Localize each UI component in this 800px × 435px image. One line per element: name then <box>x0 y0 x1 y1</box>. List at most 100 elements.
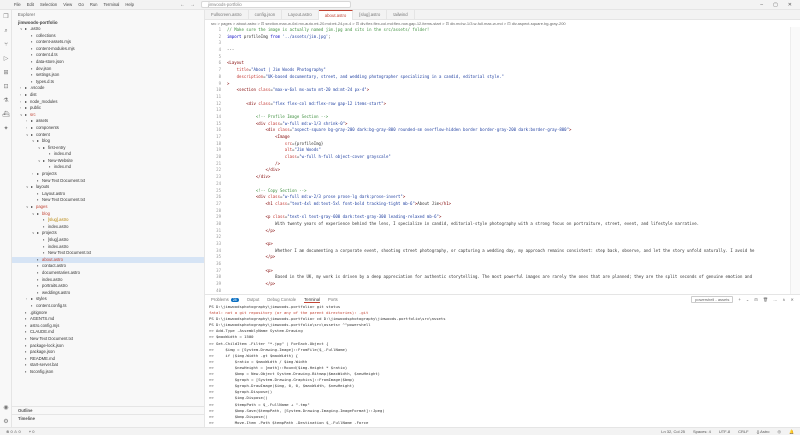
maximize-panel-icon[interactable]: ∧ <box>782 297 785 302</box>
trash-icon[interactable]: 🗑 <box>763 297 768 303</box>
tree-item[interactable]: ∨ ▸ projects <box>12 230 204 237</box>
status-item[interactable]: UTF-8 <box>719 429 730 434</box>
tree-item[interactable]: ∨ ▸ pages <box>12 204 204 211</box>
remote-icon[interactable]: ⊡ <box>0 80 12 94</box>
tree-item[interactable]: ▪ New Text Document.txt <box>12 336 204 343</box>
tree-item[interactable]: ▪ content.d.ts <box>12 52 204 59</box>
ports-status[interactable]: ⑂ 0 <box>29 429 35 434</box>
tree-item[interactable]: ∨ ▸ New-Website <box>12 158 204 165</box>
menu-item-run[interactable]: Run <box>90 2 98 7</box>
menu-item-file[interactable]: File <box>14 2 21 7</box>
workspace-root[interactable]: jimwoods-portfolio <box>12 19 204 26</box>
tree-item[interactable]: ∨ ▸ .astro <box>12 26 204 33</box>
tree-item[interactable]: ∨ ▸ blog <box>12 211 204 218</box>
menu-item-view[interactable]: View <box>63 2 72 7</box>
tree-item[interactable]: ▪ about.astro <box>12 256 204 264</box>
tree-item[interactable]: › ▸ dist <box>12 92 204 99</box>
terminal-dropdown-icon[interactable]: ⌄ <box>746 297 750 302</box>
tree-item[interactable]: ▪ collections <box>12 33 204 40</box>
tree-item[interactable]: ▪ index.md <box>12 151 204 158</box>
tree-item[interactable]: ▪ New Text Document.txt <box>12 250 204 257</box>
new-terminal-icon[interactable]: + <box>738 297 740 302</box>
tree-item[interactable]: ▪ portraits.astro <box>12 283 204 290</box>
tree-item[interactable]: ∨ ▸ layouts <box>12 184 204 191</box>
more-actions-icon[interactable]: … <box>773 297 777 302</box>
outline-section[interactable]: Outline <box>12 406 205 413</box>
tree-item[interactable]: ▪ [slug].astro <box>12 237 204 244</box>
terminal[interactable]: PS D:\jimwoodsphotography\jimwoods-portf… <box>205 304 800 435</box>
problems-status[interactable]: ⊗ 0 ⚠ 0 <box>6 429 21 434</box>
tree-item[interactable]: ∨ ▸ content <box>12 132 204 139</box>
tree-item[interactable]: ▪ settings.json <box>12 72 204 79</box>
tree-item[interactable]: ▪ content-assets.mjs <box>12 39 204 46</box>
panel-tab-terminal[interactable]: Terminal <box>304 297 320 303</box>
tab-config-json[interactable]: config.json <box>249 10 283 20</box>
tree-item[interactable]: ▪ Layout.astro <box>12 191 204 198</box>
status-item[interactable]: CRLF <box>738 429 748 434</box>
menu-item-help[interactable]: Help <box>125 2 134 7</box>
minimap[interactable] <box>790 27 800 294</box>
tree-item[interactable]: ∨ ▸ src <box>12 112 204 119</box>
panel-tab-problems[interactable]: Problems <box>211 297 229 302</box>
tree-item[interactable]: › ▸ .vscode <box>12 85 204 92</box>
tree-item[interactable]: ▪ CLAUDE.md <box>12 329 204 336</box>
testing-icon[interactable]: ⚗ <box>0 94 12 108</box>
tree-item[interactable]: ▪ index.astro <box>12 224 204 231</box>
tree-item[interactable]: ▪ types.d.ts <box>12 79 204 86</box>
status-item[interactable]: ◎ <box>778 429 782 434</box>
forward-arrow-icon[interactable]: → <box>190 2 195 8</box>
code-editor[interactable]: 1 // Make sure the image is actually name… <box>205 27 790 294</box>
command-center[interactable]: jimwoods-portfolio <box>200 1 351 8</box>
docker-icon[interactable]: ⛴ <box>0 108 12 122</box>
tree-item[interactable]: ▪ [slug].astro <box>12 217 204 224</box>
files-icon[interactable]: ❐ <box>0 10 12 24</box>
status-item[interactable]: Ln 32, Col 25 <box>661 429 685 434</box>
tree-item[interactable]: ▪ package-lock.json <box>12 343 204 350</box>
status-item[interactable]: Spaces: 4 <box>693 429 711 434</box>
tree-item[interactable]: ∨ ▸ first-entry <box>12 145 204 152</box>
tree-item[interactable]: ▪ index.astro <box>12 244 204 251</box>
tree-item[interactable]: ▪ .gitignore <box>12 310 204 317</box>
source-control-icon[interactable]: ⑂ <box>0 38 12 52</box>
tree-item[interactable]: › ▸ public <box>12 105 204 112</box>
tree-item[interactable]: ▪ AGENTS.md <box>12 316 204 323</box>
tab-tailwind[interactable]: tailwind <box>387 10 415 20</box>
menu-item-terminal[interactable]: Terminal <box>104 2 120 7</box>
tree-item[interactable]: ▪ start-server.bat <box>12 362 204 369</box>
tree-item[interactable]: ▪ data-store.json <box>12 59 204 66</box>
tree-item[interactable]: ▪ content.config.ts <box>12 303 204 310</box>
tree-item[interactable]: › ▸ node_modules <box>12 99 204 106</box>
tree-item[interactable]: ▪ README.md <box>12 356 204 363</box>
tab-fullscreen-astro[interactable]: Fullscreen.astro <box>205 10 249 20</box>
breadcrumb[interactable]: src > pages > about.astro > ⊡ section.ma… <box>205 20 800 27</box>
close-panel-icon[interactable]: ✕ <box>790 297 794 302</box>
tree-item[interactable]: › ▸ projects <box>12 171 204 178</box>
run-debug-icon[interactable]: ▷ <box>0 52 12 66</box>
tree-item[interactable]: ▪ index.astro <box>12 277 204 284</box>
search-icon[interactable]: ⌕ <box>0 24 12 38</box>
tab-layout-astro[interactable]: Layout.astro <box>282 10 319 20</box>
tree-item[interactable]: ▪ tsconfig.json <box>12 369 204 376</box>
extensions-icon[interactable]: ⊞ <box>0 66 12 80</box>
panel-tab-debug-console[interactable]: Debug Console <box>267 297 296 302</box>
deploy-icon[interactable]: ✦ <box>0 122 12 136</box>
tree-item[interactable]: ▪ New Text Document.txt <box>12 197 204 204</box>
tree-item[interactable]: ▪ index.md <box>12 164 204 171</box>
tree-item[interactable]: › ▸ assets <box>12 118 204 125</box>
account-icon[interactable]: ◉ <box>0 401 12 415</box>
tree-item[interactable]: ▪ New Text Document.txt <box>12 178 204 185</box>
status-item[interactable]: 🔔 <box>789 429 794 434</box>
tree-item[interactable]: ▪ content-modules.mjs <box>12 46 204 53</box>
split-terminal-icon[interactable]: ⊟ <box>754 297 758 302</box>
tree-item[interactable]: ▪ weddings.astro <box>12 290 204 297</box>
menu-item-go[interactable]: Go <box>78 2 84 7</box>
tree-item[interactable]: ▪ documentaries.astro <box>12 270 204 277</box>
tab--slug-astro[interactable]: [slug].astro <box>353 10 388 20</box>
terminal-shell-selector[interactable]: powershell - assets <box>691 296 734 303</box>
maximize-icon[interactable]: ▢ <box>773 2 778 8</box>
timeline-section[interactable]: Timeline <box>12 414 205 421</box>
tree-item[interactable]: › ▸ styles <box>12 296 204 303</box>
tree-item[interactable]: ▪ package.json <box>12 349 204 356</box>
tree-item[interactable]: ∨ ▸ blog <box>12 138 204 145</box>
tree-item[interactable]: ▪ dev.json <box>12 66 204 73</box>
